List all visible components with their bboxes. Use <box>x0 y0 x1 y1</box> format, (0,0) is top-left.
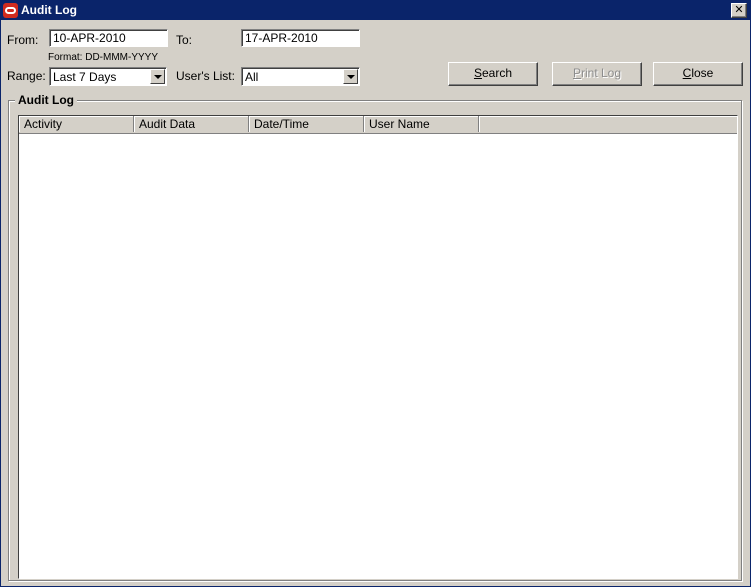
print-log-button-label: rint Log <box>580 66 622 80</box>
users-selected-value: All <box>245 70 259 84</box>
audit-log-window: Audit Log ✕ From: 10-APR-2010 To: 17-APR… <box>0 0 751 587</box>
range-label: Range: <box>7 69 46 83</box>
audit-log-table[interactable]: Activity Audit Data Date/Time User Name <box>18 115 738 579</box>
users-list-label: User's List: <box>176 69 235 83</box>
from-date-input[interactable]: 10-APR-2010 <box>49 29 168 47</box>
column-header-filler <box>479 116 737 132</box>
chevron-down-icon[interactable] <box>150 69 165 84</box>
search-button[interactable]: Search <box>448 62 538 86</box>
close-button-label: lose <box>691 66 714 80</box>
print-log-button-accel: P <box>572 66 581 80</box>
range-selected-value: Last 7 Days <box>53 70 117 84</box>
table-header: Activity Audit Data Date/Time User Name <box>19 116 737 134</box>
to-label: To: <box>176 33 193 47</box>
audit-log-group-title: Audit Log <box>15 93 77 107</box>
date-format-hint: Format: DD-MMM-YYYY <box>48 52 158 63</box>
column-header-audit-data[interactable]: Audit Data <box>134 116 249 132</box>
chevron-down-icon[interactable] <box>343 69 358 84</box>
from-label: From: <box>7 33 39 47</box>
oracle-logo-icon <box>3 3 18 18</box>
to-date-input[interactable]: 17-APR-2010 <box>241 29 360 47</box>
search-button-accel: S <box>473 66 482 80</box>
window-title: Audit Log <box>21 3 77 17</box>
column-header-date-time[interactable]: Date/Time <box>249 116 364 132</box>
close-button[interactable]: Close <box>653 62 743 86</box>
column-header-user-name[interactable]: User Name <box>364 116 479 132</box>
print-log-button[interactable]: Print Log <box>552 62 642 86</box>
search-button-label: earch <box>481 66 513 80</box>
close-window-button[interactable]: ✕ <box>731 3 747 18</box>
title-bar[interactable]: Audit Log ✕ <box>1 1 750 20</box>
close-icon: ✕ <box>734 4 744 16</box>
column-header-activity[interactable]: Activity <box>19 116 134 132</box>
users-list-select[interactable]: All <box>241 67 360 86</box>
range-select[interactable]: Last 7 Days <box>49 67 167 86</box>
